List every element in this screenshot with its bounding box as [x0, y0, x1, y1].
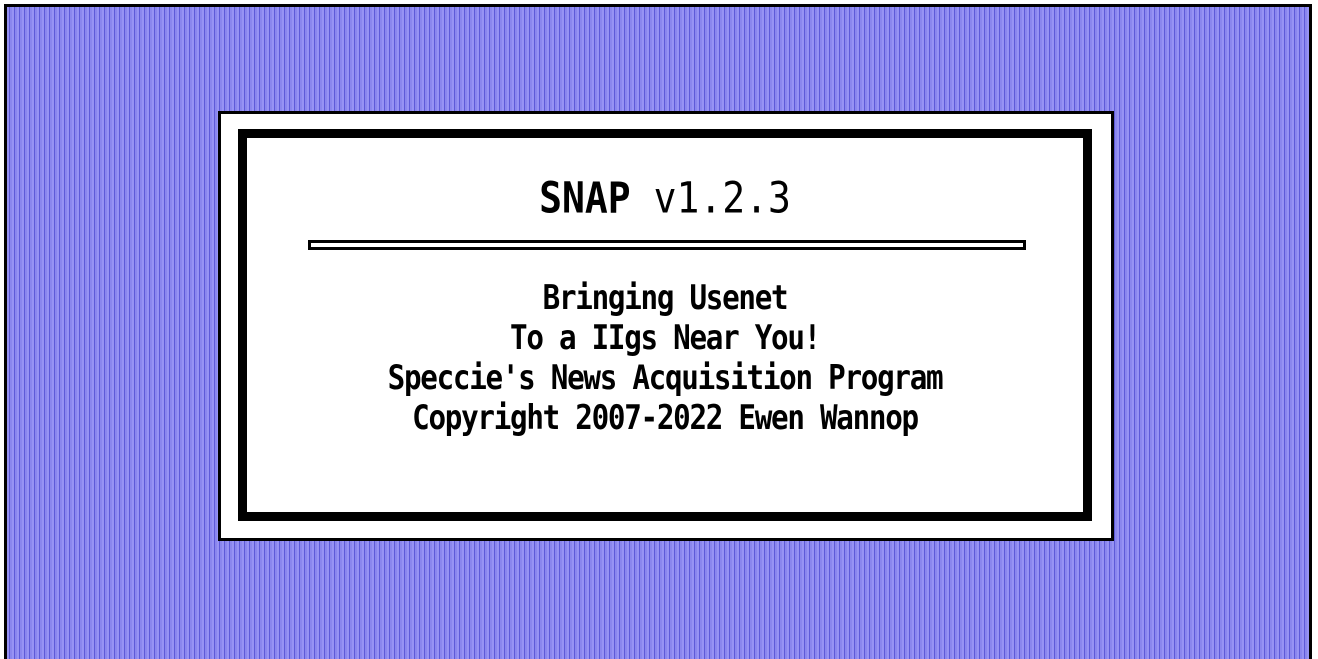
splash-dialog[interactable]: SNAP v1.2.3 Bringing Usenet To a IIgs Ne… — [218, 111, 1114, 541]
tagline-line-1: Bringing Usenet — [542, 278, 789, 318]
copyright-notice: Copyright 2007-2022 Ewen Wannop — [412, 398, 919, 438]
app-name: SNAP — [539, 173, 631, 223]
title-divider — [308, 240, 1026, 250]
desktop-background: SNAP v1.2.3 Bringing Usenet To a IIgs Ne… — [4, 4, 1312, 659]
program-full-name: Speccie's News Acquisition Program — [387, 358, 944, 398]
app-title: SNAP v1.2.3 — [247, 173, 1083, 222]
app-version: v1.2.3 — [653, 173, 791, 223]
splash-text: Bringing Usenet To a IIgs Near You! Spec… — [247, 278, 1083, 438]
splash-frame: SNAP v1.2.3 Bringing Usenet To a IIgs Ne… — [238, 129, 1092, 521]
tagline-line-2: To a IIgs Near You! — [510, 318, 821, 358]
